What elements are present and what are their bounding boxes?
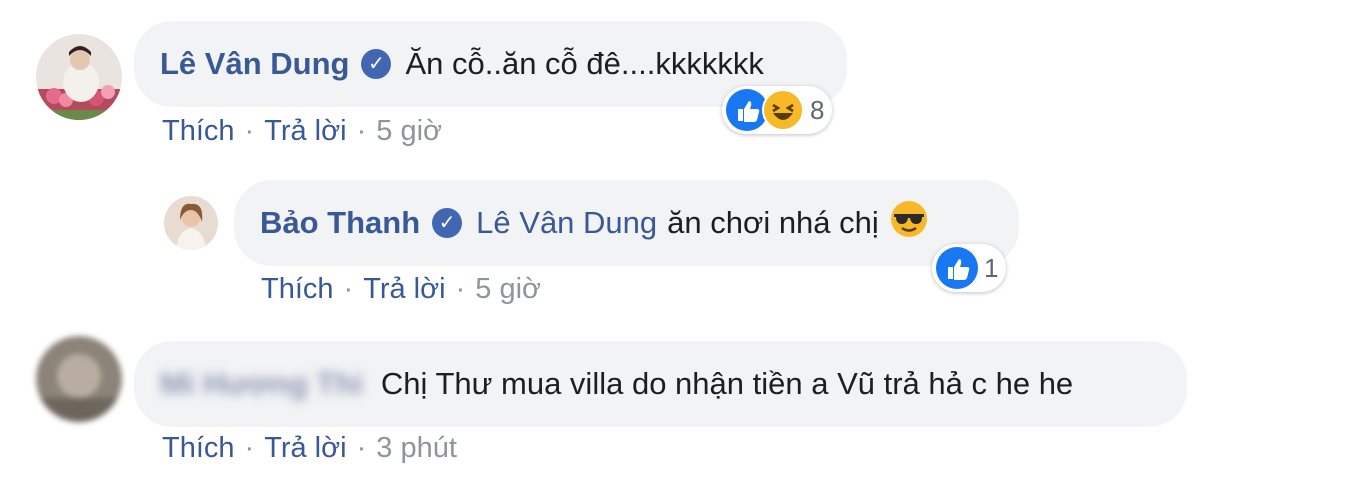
comment-actions-1: Thích · Trả lời · 5 giờ [162, 115, 442, 148]
comment-text: ăn chơi nhá chị [667, 205, 879, 240]
comment-bubble-2: Bảo Thanh ✓ Lê Vân Dung ăn chơi nhá chị [234, 180, 1019, 266]
comment-actions-2: Thích · Trả lời · 5 giờ [261, 273, 541, 306]
avatar-bao-thanh[interactable] [164, 196, 218, 250]
separator-dot: · [244, 115, 255, 147]
like-link[interactable]: Thích [261, 273, 334, 305]
haha-icon [762, 89, 804, 131]
avatar-blurred-user[interactable] [36, 336, 122, 422]
mention-link[interactable]: Lê Vân Dung [476, 205, 657, 241]
reaction-summary-1[interactable]: 8 [722, 86, 833, 134]
comment-author[interactable]: Mi Hương Thi [160, 366, 363, 402]
timestamp[interactable]: 5 giờ [376, 115, 442, 147]
like-icon [936, 247, 978, 289]
comment-text: Chị Thư mua villa do nhận tiền a Vũ trả … [380, 366, 1074, 401]
like-link[interactable]: Thích [162, 432, 235, 464]
separator-dot: · [455, 273, 466, 305]
reply-link[interactable]: Trả lời [264, 432, 346, 464]
timestamp[interactable]: 3 phút [376, 432, 457, 464]
comment-author[interactable]: Bảo Thanh [260, 205, 420, 241]
reaction-summary-2[interactable]: 1 [932, 244, 1007, 292]
reply-link[interactable]: Trả lời [264, 115, 346, 147]
reaction-count: 1 [984, 252, 999, 283]
verified-badge-icon: ✓ [361, 49, 392, 79]
verified-badge-icon: ✓ [432, 208, 463, 238]
separator-dot: · [356, 115, 367, 147]
separator-dot: · [343, 273, 354, 305]
reaction-count: 8 [810, 94, 825, 125]
separator-dot: · [356, 432, 367, 464]
comment-actions-3: Thích · Trả lời · 3 phút [162, 432, 457, 465]
comment-author[interactable]: Lê Vân Dung [160, 46, 349, 82]
reply-link[interactable]: Trả lời [363, 273, 445, 305]
comment-bubble-3: Mi Hương Thi Chị Thư mua villa do nhận t… [134, 341, 1187, 427]
separator-dot: · [244, 432, 255, 464]
avatar-le-van-dung[interactable] [36, 34, 122, 120]
like-link[interactable]: Thích [162, 115, 235, 147]
comment-text: Ăn cỗ..ăn cỗ đê....kkkkkkk [405, 46, 764, 81]
timestamp[interactable]: 5 giờ [475, 273, 541, 305]
sunglasses-emoji-icon [889, 199, 929, 247]
